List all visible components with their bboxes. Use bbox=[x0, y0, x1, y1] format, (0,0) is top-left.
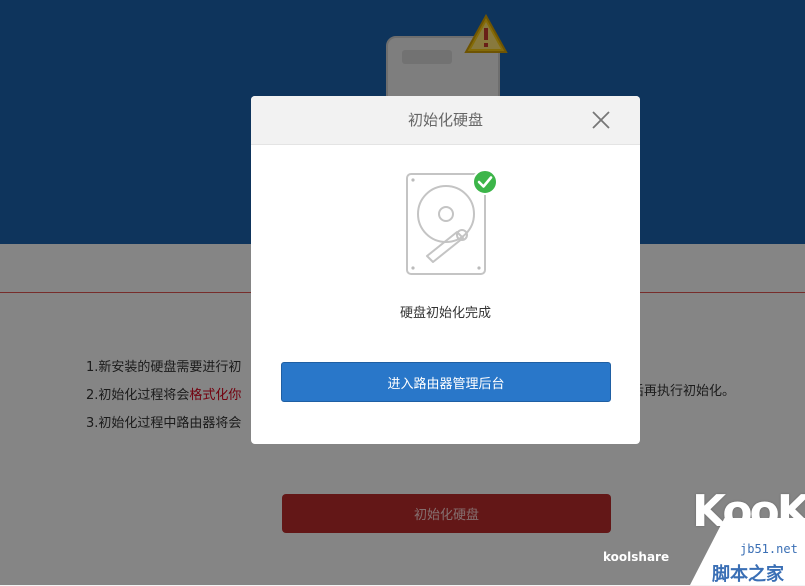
status-text: 硬盘初始化完成 bbox=[399, 306, 491, 321]
check-circle-icon bbox=[472, 169, 498, 195]
jb51-watermark: jb51.net 脚本之家 bbox=[690, 518, 805, 585]
dialog-title: 初始化硬盘 bbox=[407, 111, 483, 129]
jb51-name: 脚本之家 bbox=[712, 564, 784, 585]
close-icon bbox=[592, 111, 610, 129]
jb51-url: jb51.net bbox=[740, 542, 798, 556]
init-disk-dialog: 初始化硬盘 硬盘初始化完成 进入路由器管理后台 bbox=[251, 96, 640, 444]
koolshare-watermark: koolshare bbox=[603, 550, 670, 564]
hard-drive-icon bbox=[406, 169, 498, 275]
close-button[interactable] bbox=[587, 106, 615, 134]
dialog-header: 初始化硬盘 bbox=[251, 96, 640, 145]
enter-router-admin-button[interactable]: 进入路由器管理后台 bbox=[281, 362, 611, 402]
